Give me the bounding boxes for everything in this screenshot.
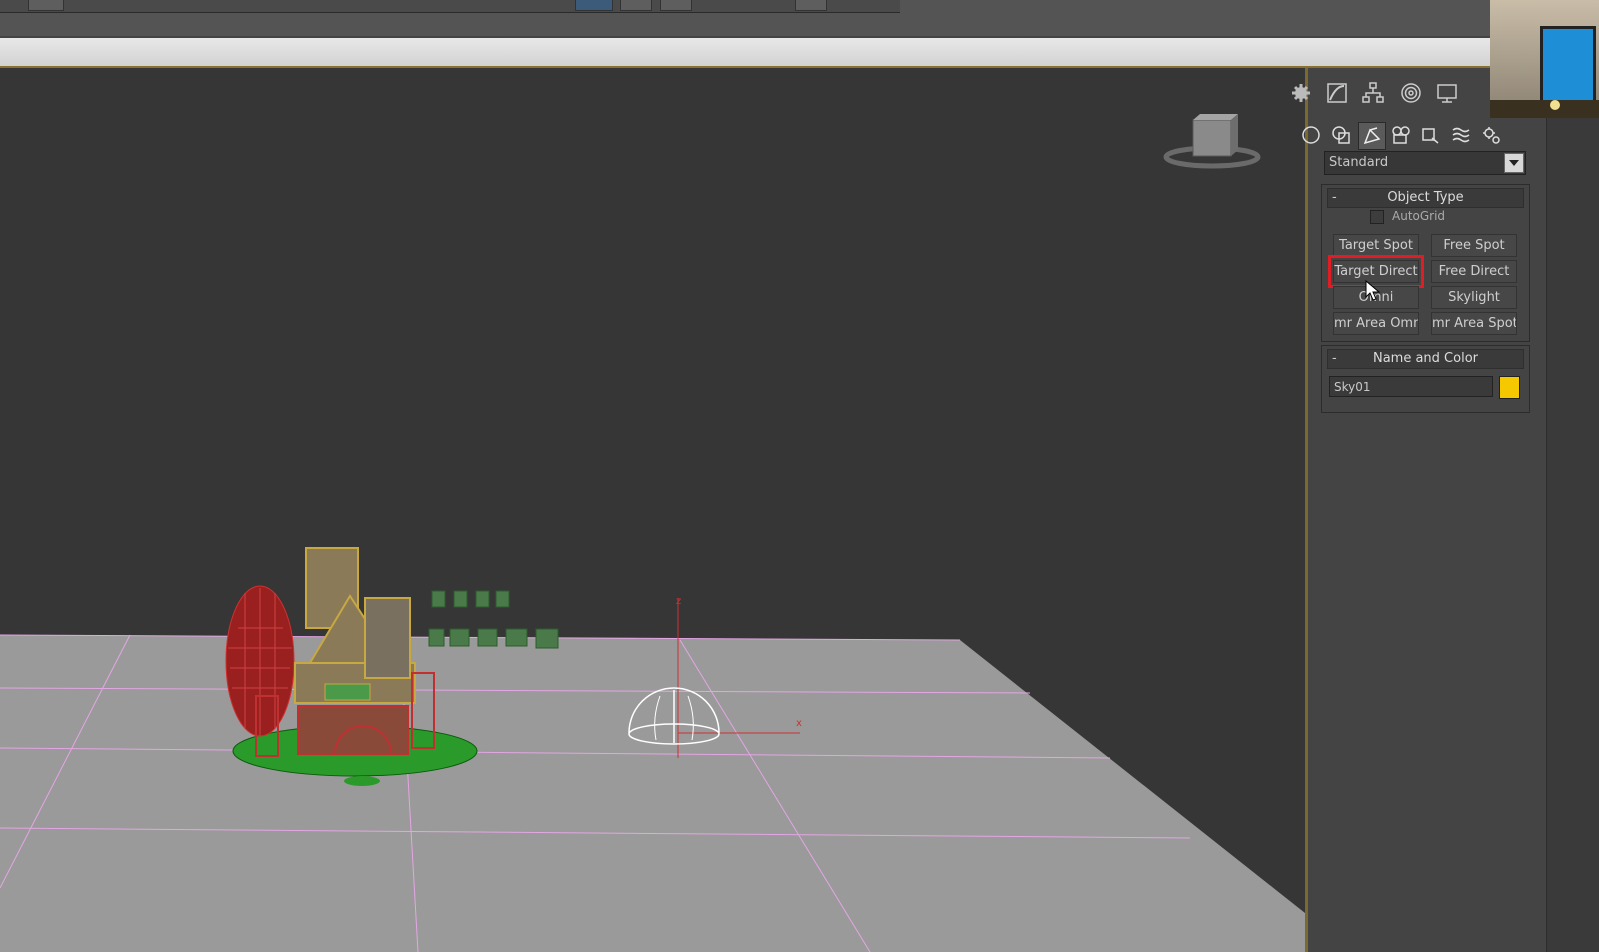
webcam-desk-image	[1490, 100, 1599, 118]
display-icon[interactable]	[1432, 78, 1462, 108]
skylight-button[interactable]: Skylight	[1431, 286, 1517, 309]
toolbar-button[interactable]	[795, 0, 827, 11]
toolbar-strip	[0, 0, 900, 13]
systems-icon[interactable]	[1478, 122, 1504, 148]
object-name-field[interactable]: Sky01	[1329, 376, 1493, 397]
collapse-icon[interactable]: -	[1332, 350, 1337, 368]
mr-area-spot-button[interactable]: mr Area Spot	[1431, 312, 1517, 335]
free-direct-button[interactable]: Free Direct	[1431, 260, 1517, 283]
gizmo-z-label: z	[676, 596, 681, 607]
spacewarps-icon[interactable]	[1448, 122, 1474, 148]
modify-icon[interactable]	[1322, 78, 1352, 108]
helpers-icon[interactable]	[1417, 122, 1443, 148]
cameras-icon[interactable]	[1388, 122, 1414, 148]
collapse-icon[interactable]: -	[1332, 189, 1337, 207]
toolbar-button[interactable]	[660, 0, 692, 11]
target-spot-button[interactable]: Target Spot	[1333, 234, 1419, 257]
ribbon-bar	[0, 38, 1490, 68]
autogrid-label: AutoGrid	[1392, 209, 1446, 223]
viewport-scene: z x	[0, 114, 1305, 952]
toolbar-button[interactable]	[575, 0, 613, 11]
category-dropdown[interactable]: Standard	[1324, 151, 1526, 175]
shapes-icon[interactable]	[1328, 122, 1354, 148]
ground-plane	[0, 635, 1305, 952]
command-panel: Standard - Object Type AutoGrid Target S…	[1292, 68, 1546, 952]
main-toolbar	[0, 0, 1490, 36]
chevron-down-icon[interactable]	[1504, 153, 1524, 173]
geometry-icon[interactable]	[1298, 122, 1324, 148]
webcam-lamp-image	[1550, 100, 1560, 110]
webcam-monitor-image	[1540, 26, 1596, 104]
autogrid-checkbox[interactable]	[1370, 210, 1384, 224]
toolbar-button[interactable]	[28, 0, 64, 11]
gizmo-x-label: x	[796, 718, 802, 729]
object-type-title: Object Type	[1387, 190, 1464, 205]
mouse-cursor-icon	[1365, 280, 1381, 301]
name-and-color-title: Name and Color	[1372, 351, 1478, 366]
name-and-color-header[interactable]: - Name and Color	[1327, 349, 1524, 369]
perspective-viewport[interactable]: z x	[0, 68, 1308, 952]
object-color-swatch[interactable]	[1499, 376, 1520, 399]
hierarchy-icon[interactable]	[1358, 78, 1388, 108]
free-spot-button[interactable]: Free Spot	[1431, 234, 1517, 257]
right-dock-strip	[1546, 68, 1599, 952]
viewcube[interactable]	[1163, 114, 1261, 169]
object-type-header[interactable]: - Object Type	[1327, 188, 1524, 208]
name-and-color-rollout: - Name and Color Sky01	[1321, 345, 1530, 413]
category-dropdown-value: Standard	[1329, 155, 1389, 170]
lights-icon[interactable]	[1358, 122, 1386, 150]
webcam-overlay	[1490, 0, 1599, 118]
motion-icon[interactable]	[1396, 78, 1426, 108]
create-icon[interactable]	[1286, 78, 1316, 108]
toolbar-button[interactable]	[620, 0, 652, 11]
object-type-rollout: - Object Type AutoGrid Target Spot Free …	[1321, 184, 1530, 342]
mr-area-omni-button[interactable]: mr Area Omni	[1333, 312, 1419, 335]
